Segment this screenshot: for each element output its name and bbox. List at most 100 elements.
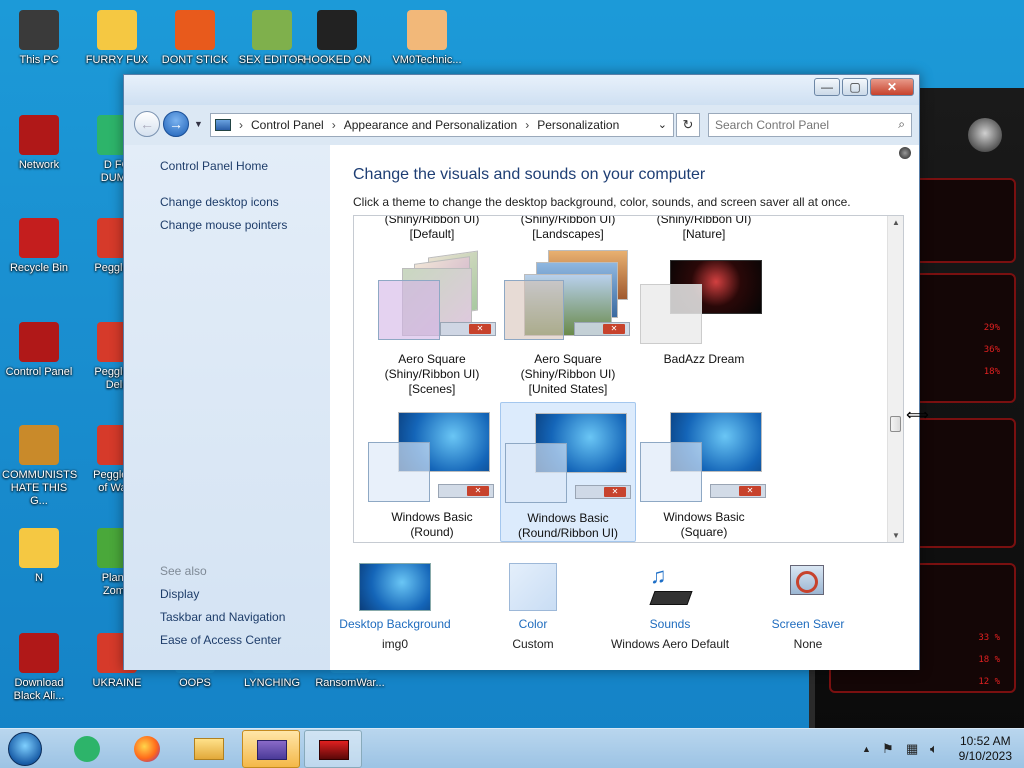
color-swatch[interactable] xyxy=(509,563,557,611)
taskbar-app-gadget[interactable] xyxy=(304,730,362,768)
theme-list[interactable]: (Shiny/Ribbon UI) [Default] (Shiny/Ribbo… xyxy=(353,215,904,543)
screen-saver-setting[interactable]: Screen Saver None xyxy=(743,563,873,651)
sounds-icon[interactable]: ♫ xyxy=(646,563,694,611)
desktop-icon-label: VM0Technic... xyxy=(392,54,462,66)
page-title: Change the visuals and sounds on your co… xyxy=(353,166,706,183)
search-icon[interactable]: ⌕ xyxy=(898,117,905,132)
theme-windows-basic-round[interactable]: ✕ Windows Basic (Round) xyxy=(364,406,500,542)
refresh-button[interactable]: ↻ xyxy=(676,113,700,137)
theme-windows-basic-square[interactable]: ✕ Windows Basic (Square) xyxy=(636,406,772,542)
theme-thumbnail: ✕ xyxy=(378,250,496,345)
desktop-icon-image xyxy=(317,10,357,50)
change-mouse-pointers-link[interactable]: Change mouse pointers xyxy=(160,218,287,232)
theme-label: Aero Square xyxy=(534,352,602,366)
change-desktop-icons-link[interactable]: Change desktop icons xyxy=(160,195,279,209)
title-bar[interactable]: — ▢ ✕ xyxy=(124,75,919,105)
breadcrumb-control-panel[interactable]: Control Panel xyxy=(251,118,324,132)
desktop-icon[interactable]: This PC xyxy=(2,10,76,67)
chevron-down-icon[interactable]: ⌄ xyxy=(658,118,667,131)
system-clock[interactable]: 10:52 AM 9/10/2023 xyxy=(959,734,1012,764)
start-button[interactable] xyxy=(8,732,42,766)
theme-label: (Shiny/Ribbon UI) xyxy=(520,367,616,381)
theme-badazz-dream[interactable]: BadAzz Dream xyxy=(636,250,772,400)
scroll-up-icon[interactable]: ▲ xyxy=(892,218,900,227)
color-setting[interactable]: Color Custom xyxy=(468,563,598,651)
desktop-background-setting[interactable]: Desktop Background img0 xyxy=(330,563,460,651)
desktop-icon[interactable]: Control Panel xyxy=(2,322,76,379)
flag-icon[interactable]: ⚑ xyxy=(882,741,894,757)
theme-label: BadAzz Dream xyxy=(663,352,745,366)
desktop-icon[interactable]: DONT STICK xyxy=(158,10,232,67)
screen-saver-link[interactable]: Screen Saver xyxy=(743,617,873,631)
back-button[interactable]: ← xyxy=(134,111,160,137)
desktop-icon[interactable]: Recycle Bin xyxy=(2,218,76,275)
control-panel-home-link[interactable]: Control Panel Home xyxy=(160,159,268,173)
network-icon[interactable]: ▦ xyxy=(906,741,918,757)
desktop-background-thumbnail[interactable] xyxy=(359,563,431,611)
breadcrumb-appearance[interactable]: Appearance and Personalization xyxy=(344,118,517,132)
desktop-icon-label: RansomWar... xyxy=(315,677,385,689)
minimize-button[interactable]: — xyxy=(814,78,840,96)
volume-icon[interactable]: 🔈︎ xyxy=(930,741,938,757)
taskbar-app-notes[interactable] xyxy=(58,730,116,768)
desktop-icon-image xyxy=(19,115,59,155)
up-arrow-icon[interactable]: ▲ xyxy=(862,744,871,754)
theme-label: [United States] xyxy=(528,382,608,396)
scroll-thumb[interactable] xyxy=(890,416,901,432)
desktop-background-link[interactable]: Desktop Background xyxy=(330,617,460,631)
address-bar[interactable]: › Control Panel › Appearance and Persona… xyxy=(210,113,674,137)
sounds-link[interactable]: Sounds xyxy=(605,617,735,631)
desktop-icon-label: Control Panel xyxy=(5,366,73,378)
desktop-icon[interactable]: N xyxy=(2,528,76,585)
theme-list-scrollbar[interactable]: ▲ ▼ xyxy=(887,216,903,542)
search-box[interactable]: ⌕ xyxy=(708,113,912,137)
search-input[interactable] xyxy=(709,114,879,136)
desktop-icon[interactable]: Download Black Ali... xyxy=(2,633,76,703)
taskbar-app-explorer[interactable] xyxy=(180,730,238,768)
maximize-button[interactable]: ▢ xyxy=(842,78,868,96)
desktop-icon-image xyxy=(252,10,292,50)
clock-date: 9/10/2023 xyxy=(958,749,1012,763)
close-icon: ✕ xyxy=(604,487,626,497)
close-icon: ✕ xyxy=(603,324,625,334)
desktop-icon-label: This PC xyxy=(19,54,59,66)
theme-windows-basic-round-ribbon[interactable]: ✕ Windows Basic (Round/Ribbon UI) xyxy=(500,402,636,542)
screen-saver-icon[interactable] xyxy=(784,563,832,611)
theme-nature[interactable]: (Shiny/Ribbon UI) [Nature] xyxy=(636,216,772,242)
taskbar-app-control-panel[interactable] xyxy=(242,730,300,768)
theme-default[interactable]: (Shiny/Ribbon UI) [Default] xyxy=(364,216,500,242)
gadget-readout: 29% xyxy=(983,323,1000,333)
color-link[interactable]: Color xyxy=(468,617,598,631)
breadcrumb-separator: › xyxy=(331,118,336,132)
forward-button[interactable]: → xyxy=(163,111,189,137)
desktop-icon-image xyxy=(19,528,59,568)
taskbar-app-firefox[interactable] xyxy=(118,730,176,768)
taskbar-navigation-link[interactable]: Taskbar and Navigation xyxy=(160,610,285,624)
navigation-bar: ← → ▼ › Control Panel › Appearance and P… xyxy=(124,105,919,145)
theme-label: Windows Basic xyxy=(663,510,745,524)
desktop-icon[interactable]: Network xyxy=(2,115,76,172)
help-icon[interactable] xyxy=(899,147,911,159)
recent-pages-dropdown-icon[interactable]: ▼ xyxy=(194,119,203,129)
close-button[interactable]: ✕ xyxy=(870,78,914,96)
scroll-down-icon[interactable]: ▼ xyxy=(892,531,900,540)
desktop-icon[interactable]: FURRY FUX xyxy=(80,10,154,67)
desktop-icon-label: FURRY FUX xyxy=(85,54,149,66)
display-link[interactable]: Display xyxy=(160,587,199,601)
forward-arrow-icon: → xyxy=(169,116,183,132)
theme-label: Windows Basic xyxy=(527,511,609,525)
notes-app-icon xyxy=(74,736,100,762)
desktop-icon[interactable]: VM0Technic... xyxy=(390,10,464,67)
theme-thumbnail: ✕ xyxy=(504,250,634,345)
desktop-icon[interactable]: SEX EDITOR xyxy=(235,10,309,67)
breadcrumb-separator: › xyxy=(525,118,530,132)
breadcrumb-personalization[interactable]: Personalization xyxy=(537,118,619,132)
desktop-icon[interactable]: HOOKED ON xyxy=(300,10,374,67)
theme-aero-square-scenes[interactable]: ✕ Aero Square (Shiny/Ribbon UI) [Scenes] xyxy=(364,250,500,400)
desktop-icon[interactable]: COMMUNISTS HATE THIS G... xyxy=(2,425,77,508)
ease-of-access-link[interactable]: Ease of Access Center xyxy=(160,633,281,647)
theme-aero-square-united-states[interactable]: ✕ Aero Square (Shiny/Ribbon UI) [United … xyxy=(500,250,636,400)
theme-label: Aero Square xyxy=(398,352,466,366)
theme-landscapes[interactable]: (Shiny/Ribbon UI) [Landscapes] xyxy=(500,216,636,242)
sounds-setting[interactable]: ♫ Sounds Windows Aero Default xyxy=(605,563,735,651)
